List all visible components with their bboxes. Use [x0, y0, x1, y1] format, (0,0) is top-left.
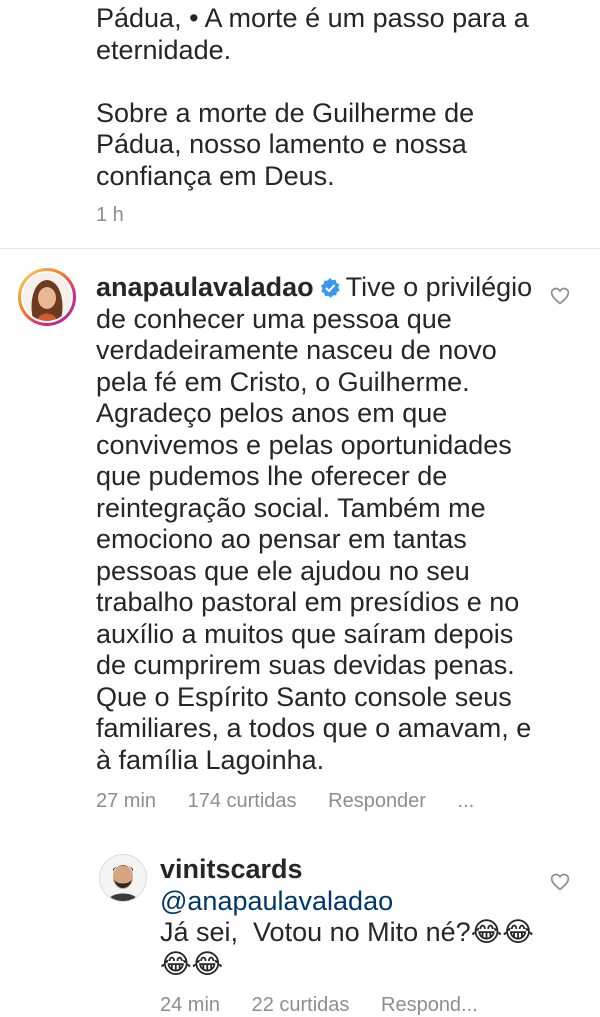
- comment-line-15: familiares, a todos que o amavam, e: [96, 713, 532, 743]
- reply-line-2: 😂😂: [160, 948, 224, 979]
- reply-time: 24 min: [160, 994, 221, 1016]
- comment-meta: 27 min 174 curtidas Responder ...: [96, 790, 546, 813]
- reply-avatar-image: [100, 855, 146, 901]
- heart-outline-icon[interactable]: [550, 286, 570, 306]
- comment-line-14: Que o Espírito Santo console seus: [96, 681, 512, 712]
- comment-time: 27 min: [96, 790, 157, 812]
- comment-line-8: reintegração social. Também me: [96, 492, 486, 523]
- comment-line-2: de conhecer uma pessoa que: [96, 303, 452, 334]
- comment-body: anapaulavaladao Tive o privilégio de conh…: [96, 272, 546, 813]
- comment-line-4: pela fé em Cristo, o Guilherme.: [96, 366, 470, 397]
- reply-reply-button[interactable]: Respond...: [381, 994, 478, 1016]
- comment-line-6: convivemos e pelas oportunidades: [96, 429, 512, 460]
- more-options-button[interactable]: ...: [458, 790, 475, 812]
- comment-line-1: Tive o privilégio: [345, 272, 533, 302]
- previous-comment-meta: 1 h: [96, 204, 566, 227]
- previous-comment: Pádua, • A morte é um passo para a etern…: [96, 0, 566, 227]
- verified-badge-icon: [320, 278, 340, 298]
- comment-line-7: que pudemos lhe oferecer de: [96, 461, 448, 491]
- reply-line-1: Já sei, Votou no Mito né?😂😂: [160, 917, 534, 947]
- comment-text-block: anapaulavaladao Tive o privilégio de conh…: [96, 272, 546, 776]
- reply-username[interactable]: vinitscards: [160, 854, 303, 884]
- reply-body: vinitscards @anapaulavaladao Já sei, Vot…: [160, 854, 540, 1017]
- comment-username[interactable]: anapaulavaladao: [96, 272, 314, 302]
- comment-line-13: de cumprirem suas devidas penas.: [96, 650, 515, 680]
- avatar[interactable]: [18, 268, 76, 326]
- heart-outline-icon[interactable]: [550, 872, 570, 892]
- avatar-image: [23, 273, 71, 321]
- comment-line-12: auxílio a muitos que saíram depois: [96, 618, 514, 649]
- previous-comment-text: Pádua, • A morte é um passo para a etern…: [96, 3, 529, 191]
- reply-meta: 24 min 22 curtidas Respond...: [160, 994, 540, 1017]
- comment-line-10: pessoas que ele ajudou no seu: [96, 555, 470, 586]
- previous-comment-time: 1 h: [96, 204, 124, 226]
- comment-line-5: Agradeço pelos anos em que: [96, 398, 448, 428]
- reply-mention-link[interactable]: @anapaulavaladao: [160, 886, 393, 916]
- comment-line-3: verdadeiramente nasceu de novo: [96, 335, 497, 365]
- comment-line-11: trabalho pastoral em presídios e no: [96, 587, 520, 617]
- reply-avatar[interactable]: [99, 854, 147, 902]
- reply-likes[interactable]: 22 curtidas: [252, 994, 350, 1016]
- comment-line-16: à família Lagoinha.: [96, 744, 325, 775]
- comment-likes[interactable]: 174 curtidas: [188, 790, 297, 812]
- comment-line-9: emociono ao pensar em tantas: [96, 524, 467, 554]
- reply-text-block: vinitscards @anapaulavaladao Já sei, Vot…: [160, 854, 540, 980]
- reply-button[interactable]: Responder: [328, 790, 426, 812]
- comment-divider: [0, 248, 600, 249]
